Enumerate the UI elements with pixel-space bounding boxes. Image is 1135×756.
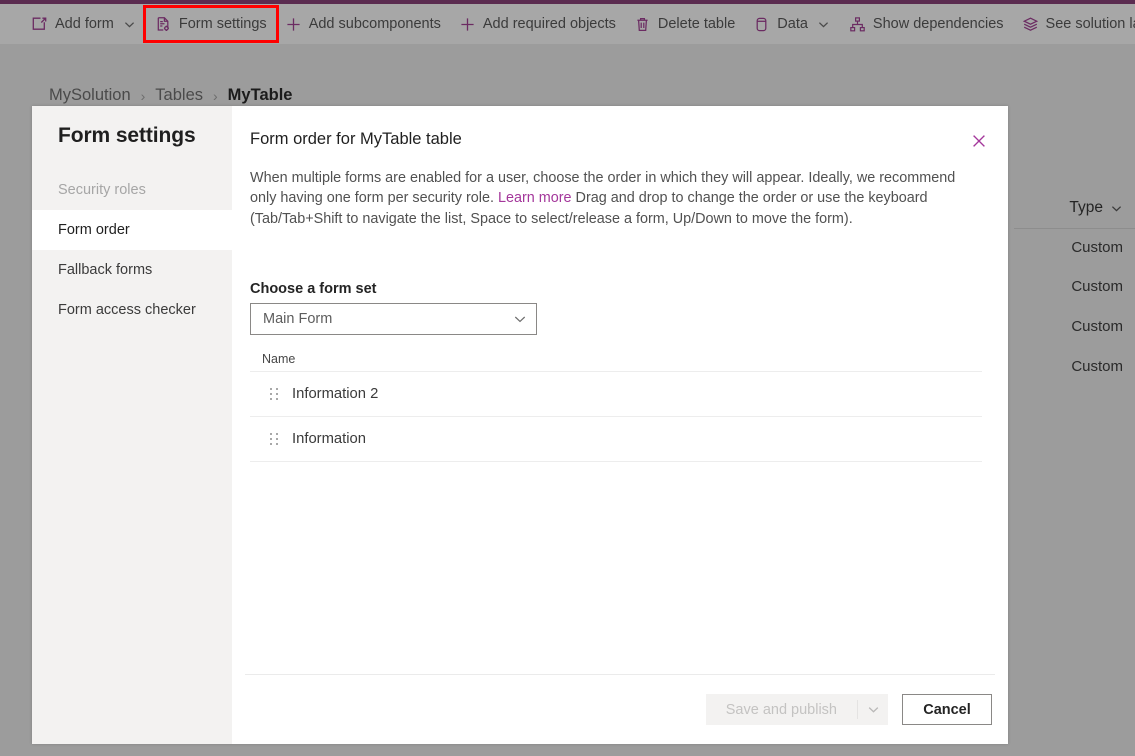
plus-icon	[459, 16, 476, 33]
nav-item-form-access-checker[interactable]: Form access checker	[32, 290, 232, 330]
grid-column-header-label: Type	[1069, 199, 1103, 216]
dialog-description: When multiple forms are enabled for a us…	[250, 168, 980, 229]
nav-item-security-roles: Security roles	[32, 170, 232, 210]
close-icon[interactable]	[964, 126, 994, 156]
learn-more-link[interactable]: Learn more	[498, 190, 572, 206]
breadcrumb: MySolution › Tables › MyTable	[49, 86, 292, 105]
nav-item-label: Form order	[58, 222, 130, 238]
add-form-icon	[31, 16, 48, 33]
table-row[interactable]: Custom	[1071, 278, 1123, 295]
database-icon	[753, 16, 770, 33]
nav-item-fallback-forms[interactable]: Fallback forms	[32, 250, 232, 290]
trash-icon	[634, 16, 651, 33]
breadcrumb-item-mysolution[interactable]: MySolution	[49, 86, 131, 105]
command-label: Delete table	[657, 16, 736, 32]
form-order-list: Name Information 2 Information	[250, 346, 982, 462]
command-label: Data	[777, 16, 808, 32]
chevron-down-icon[interactable]	[123, 17, 137, 31]
command-see-solution-layers[interactable]: See solution layers	[1013, 8, 1135, 40]
command-add-form[interactable]: Add form	[22, 8, 146, 40]
list-column-header: Name	[250, 346, 982, 372]
footer-divider	[245, 674, 995, 675]
layers-icon	[1022, 16, 1039, 33]
nav-item-form-order[interactable]: Form order	[32, 210, 232, 250]
list-item[interactable]: Information	[250, 417, 982, 462]
table-row[interactable]: Custom	[1071, 318, 1123, 335]
command-label: See solution layers	[1045, 16, 1135, 32]
save-and-publish-label: Save and publish	[725, 701, 837, 718]
form-set-selected-value: Main Form	[263, 311, 333, 327]
cancel-button[interactable]: Cancel	[902, 694, 992, 725]
command-add-subcomponents[interactable]: Add subcomponents	[276, 8, 450, 40]
breadcrumb-item-tables[interactable]: Tables	[155, 86, 203, 105]
command-show-dependencies[interactable]: Show dependencies	[840, 8, 1013, 40]
dependencies-icon	[849, 16, 866, 33]
drag-handle-icon[interactable]	[270, 387, 279, 401]
breadcrumb-separator-icon: ›	[213, 87, 218, 104]
background-forms-grid: Type Custom Custom Custom Custom	[1008, 106, 1135, 406]
grid-column-header-type[interactable]: Type	[1069, 199, 1123, 217]
command-label: Show dependencies	[872, 16, 1004, 32]
command-bar: Add form Form settings Add subcomponents…	[0, 4, 1135, 44]
drag-handle-icon[interactable]	[270, 432, 279, 446]
grid-header-divider	[1014, 228, 1135, 229]
nav-item-label: Security roles	[58, 182, 146, 198]
save-and-publish-button: Save and publish	[705, 694, 888, 725]
dialog-content-pane: Form order for MyTable table When multip…	[232, 106, 1008, 744]
form-settings-dialog: Form settings Security roles Form order …	[32, 106, 1008, 744]
command-label: Add subcomponents	[308, 16, 441, 32]
command-data[interactable]: Data	[744, 8, 840, 40]
breadcrumb-separator-icon: ›	[140, 87, 146, 104]
command-add-required-objects[interactable]: Add required objects	[450, 8, 625, 40]
table-row[interactable]: Custom	[1071, 358, 1123, 375]
dialog-title: Form order for MyTable table	[250, 130, 462, 148]
command-label: Form settings	[178, 16, 267, 32]
command-form-settings[interactable]: Form settings	[142, 5, 279, 43]
list-item-label: Information	[292, 431, 367, 447]
form-set-label: Choose a form set	[250, 281, 377, 297]
chevron-down-icon	[858, 694, 888, 725]
list-item-label: Information 2	[292, 386, 379, 402]
command-delete-table[interactable]: Delete table	[625, 8, 744, 40]
chevron-down-icon[interactable]	[1110, 202, 1123, 215]
breadcrumb-item-mytable: MyTable	[227, 86, 293, 104]
command-label: Add form	[55, 16, 114, 32]
list-item[interactable]: Information 2	[250, 372, 982, 417]
chevron-down-icon[interactable]	[513, 312, 527, 326]
list-column-header-label: Name	[262, 351, 296, 366]
nav-item-label: Form access checker	[58, 302, 196, 318]
dialog-nav-pane: Form settings Security roles Form order …	[32, 106, 232, 744]
table-row[interactable]: Custom	[1071, 239, 1123, 256]
chevron-down-icon[interactable]	[817, 17, 831, 31]
form-settings-icon	[155, 16, 172, 33]
dialog-nav-title: Form settings	[58, 124, 196, 147]
app-screen: Add form Form settings Add subcomponents…	[0, 0, 1135, 756]
plus-icon	[285, 16, 302, 33]
nav-item-label: Fallback forms	[58, 262, 153, 278]
dialog-footer: Save and publish Cancel	[705, 694, 992, 725]
command-label: Add required objects	[482, 16, 616, 32]
form-set-dropdown[interactable]: Main Form	[250, 303, 537, 335]
